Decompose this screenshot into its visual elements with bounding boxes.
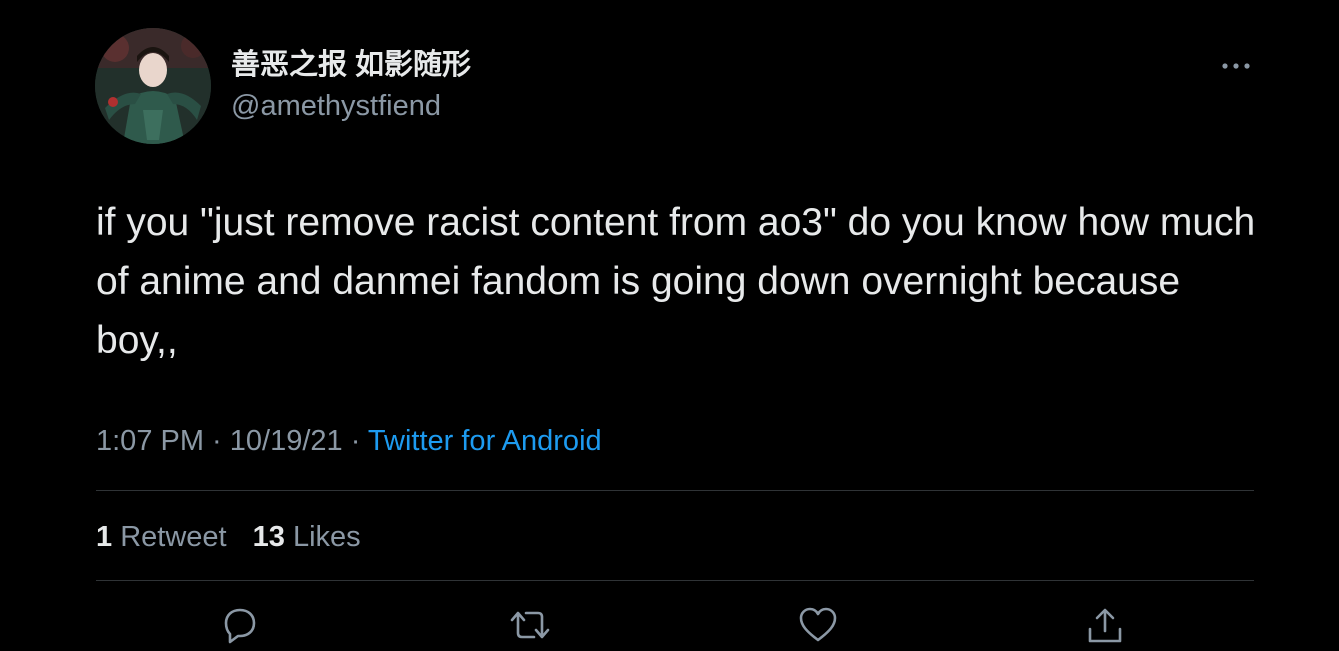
heart-icon: [799, 607, 837, 642]
reply-icon: [224, 608, 256, 644]
action-bar: [0, 605, 1339, 651]
more-options-button[interactable]: [1218, 52, 1254, 80]
display-name[interactable]: 善恶之报 如影随形: [231, 47, 471, 83]
engagement-stats: 1 Retweet 13 Likes: [96, 518, 379, 556]
tweet-card: 善恶之报 如影随形 @amethystfiend if you "just re…: [0, 0, 1339, 651]
tweet-date[interactable]: 10/19/21: [230, 425, 343, 457]
retweet-button[interactable]: [508, 605, 552, 651]
meta-separator: ·: [204, 425, 230, 457]
share-button[interactable]: [1083, 605, 1127, 651]
tweet-time[interactable]: 1:07 PM: [96, 425, 204, 457]
divider: [96, 580, 1254, 581]
tweet-metadata: 1:07 PM · 10/19/21 · Twitter for Android: [96, 422, 602, 460]
avatar-image: [95, 28, 211, 144]
retweets-label: Retweet: [120, 521, 227, 553]
retweets-count: 1: [96, 521, 113, 553]
reply-button[interactable]: [218, 605, 262, 651]
likes-count: 13: [252, 521, 285, 553]
tweet-text: if you "just remove racist content from …: [96, 201, 1256, 362]
divider: [96, 490, 1254, 491]
retweet-icon: [510, 611, 550, 639]
avatar[interactable]: [95, 28, 211, 144]
retweets-stat[interactable]: 1 Retweet: [96, 518, 227, 556]
meta-separator: ·: [342, 425, 368, 457]
likes-stat[interactable]: 13 Likes: [253, 518, 361, 556]
share-icon: [1088, 608, 1122, 643]
like-button[interactable]: [796, 605, 840, 651]
more-horizontal-icon: [1222, 63, 1250, 69]
likes-label: Likes: [292, 521, 361, 553]
tweet-source-link[interactable]: Twitter for Android: [368, 425, 602, 457]
user-handle[interactable]: @amethystfiend: [231, 88, 441, 124]
